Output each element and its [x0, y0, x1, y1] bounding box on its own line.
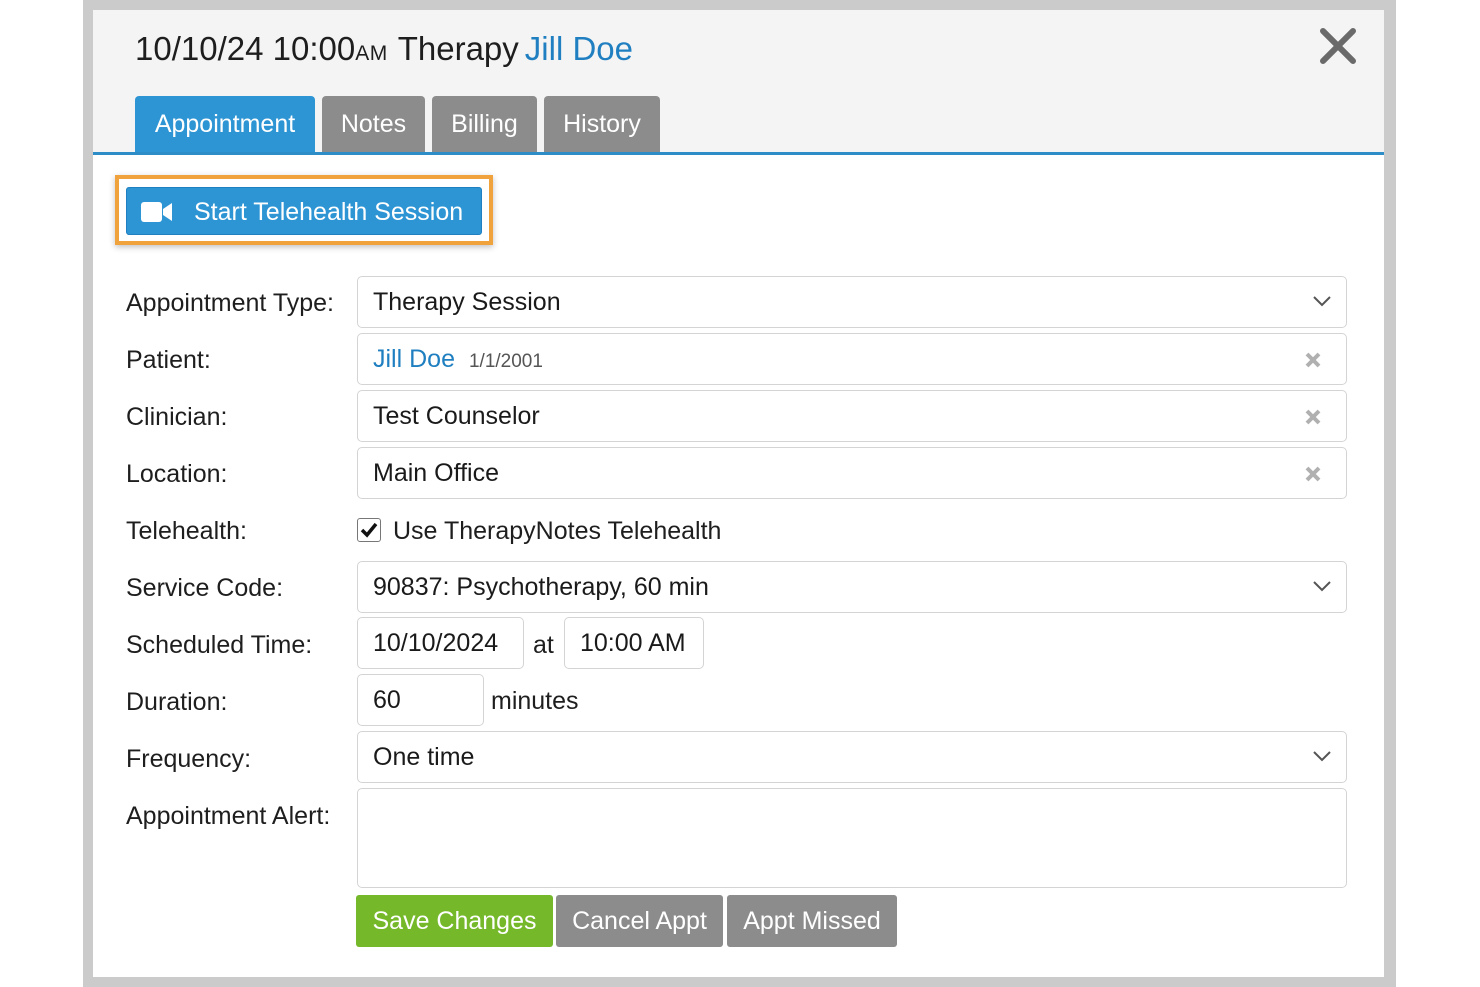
frequency-label: Frequency: [126, 745, 252, 773]
appt-missed-button[interactable]: Appt Missed [727, 895, 897, 947]
start-telehealth-button[interactable]: Start Telehealth Session [126, 187, 482, 235]
tab-appointment[interactable]: Appointment [135, 96, 315, 152]
duration-input[interactable]: 60 [357, 674, 484, 726]
appointment-type-select[interactable]: Therapy Session [357, 276, 1347, 328]
video-camera-icon [141, 202, 172, 222]
appointment-alert-label: Appointment Alert: [126, 802, 331, 830]
clear-patient-icon[interactable] [1304, 351, 1322, 369]
service-code-label: Service Code: [126, 574, 284, 602]
title-patient-link[interactable]: Jill Doe [525, 30, 633, 67]
title-appt-type: Therapy [397, 30, 519, 67]
frequency-select[interactable]: One time [357, 731, 1347, 783]
chevron-down-icon [1313, 581, 1331, 592]
duration-unit: minutes [491, 687, 579, 715]
cancel-appt-button[interactable]: Cancel Appt [556, 895, 723, 947]
scheduled-time-label: Scheduled Time: [126, 631, 313, 659]
scheduled-time-input[interactable]: 10:00 AM [564, 617, 704, 669]
title-ampm: AM [355, 42, 388, 65]
patient-name-link[interactable]: Jill Doe [373, 345, 455, 373]
location-label: Location: [126, 460, 228, 488]
tab-history[interactable]: History [544, 96, 660, 152]
chevron-down-icon [1313, 751, 1331, 762]
telehealth-checkbox-label[interactable]: Use TherapyNotes Telehealth [393, 517, 721, 546]
telehealth-checkbox[interactable] [357, 518, 381, 542]
location-value: Main Office [373, 459, 499, 487]
appointment-type-label: Appointment Type: [126, 289, 335, 317]
service-code-select[interactable]: 90837: Psychotherapy, 60 min [357, 561, 1347, 613]
patient-label: Patient: [126, 346, 211, 374]
patient-field[interactable]: Jill Doe 1/1/2001 [357, 333, 1347, 385]
service-code-value: 90837: Psychotherapy, 60 min [373, 573, 709, 601]
checkmark-icon [360, 522, 378, 538]
dialog-header: 10/10/24 10:00AM Therapy Jill Doe Appointm… [93, 10, 1384, 155]
appointment-alert-textarea[interactable] [357, 788, 1347, 888]
clear-clinician-icon[interactable] [1304, 408, 1322, 426]
location-field[interactable]: Main Office [357, 447, 1347, 499]
title-date-time: 10/10/24 10:00 [135, 30, 356, 67]
telehealth-label: Telehealth: [126, 517, 247, 545]
chevron-down-icon [1313, 296, 1331, 307]
appointment-type-value: Therapy Session [373, 288, 561, 316]
frequency-value: One time [373, 743, 475, 771]
close-icon [1320, 28, 1356, 64]
appointment-dialog: 10/10/24 10:00AM Therapy Jill Doe Appointm… [93, 10, 1384, 977]
scheduled-at-text: at [533, 631, 554, 659]
duration-label: Duration: [126, 688, 228, 716]
telehealth-button-label: Start Telehealth Session [194, 198, 464, 226]
tab-billing[interactable]: Billing [432, 96, 537, 152]
close-button[interactable] [1318, 26, 1358, 66]
clinician-field[interactable]: Test Counselor [357, 390, 1347, 442]
save-changes-button[interactable]: Save Changes [356, 895, 553, 947]
dialog-title: 10/10/24 10:00AM Therapy Jill Doe [135, 30, 633, 68]
scheduled-date-input[interactable]: 10/10/2024 [357, 617, 524, 669]
clinician-label: Clinician: [126, 403, 228, 431]
clinician-value: Test Counselor [373, 402, 540, 430]
patient-dob: 1/1/2001 [468, 351, 543, 372]
tab-notes[interactable]: Notes [322, 96, 425, 152]
clear-location-icon[interactable] [1304, 465, 1322, 483]
